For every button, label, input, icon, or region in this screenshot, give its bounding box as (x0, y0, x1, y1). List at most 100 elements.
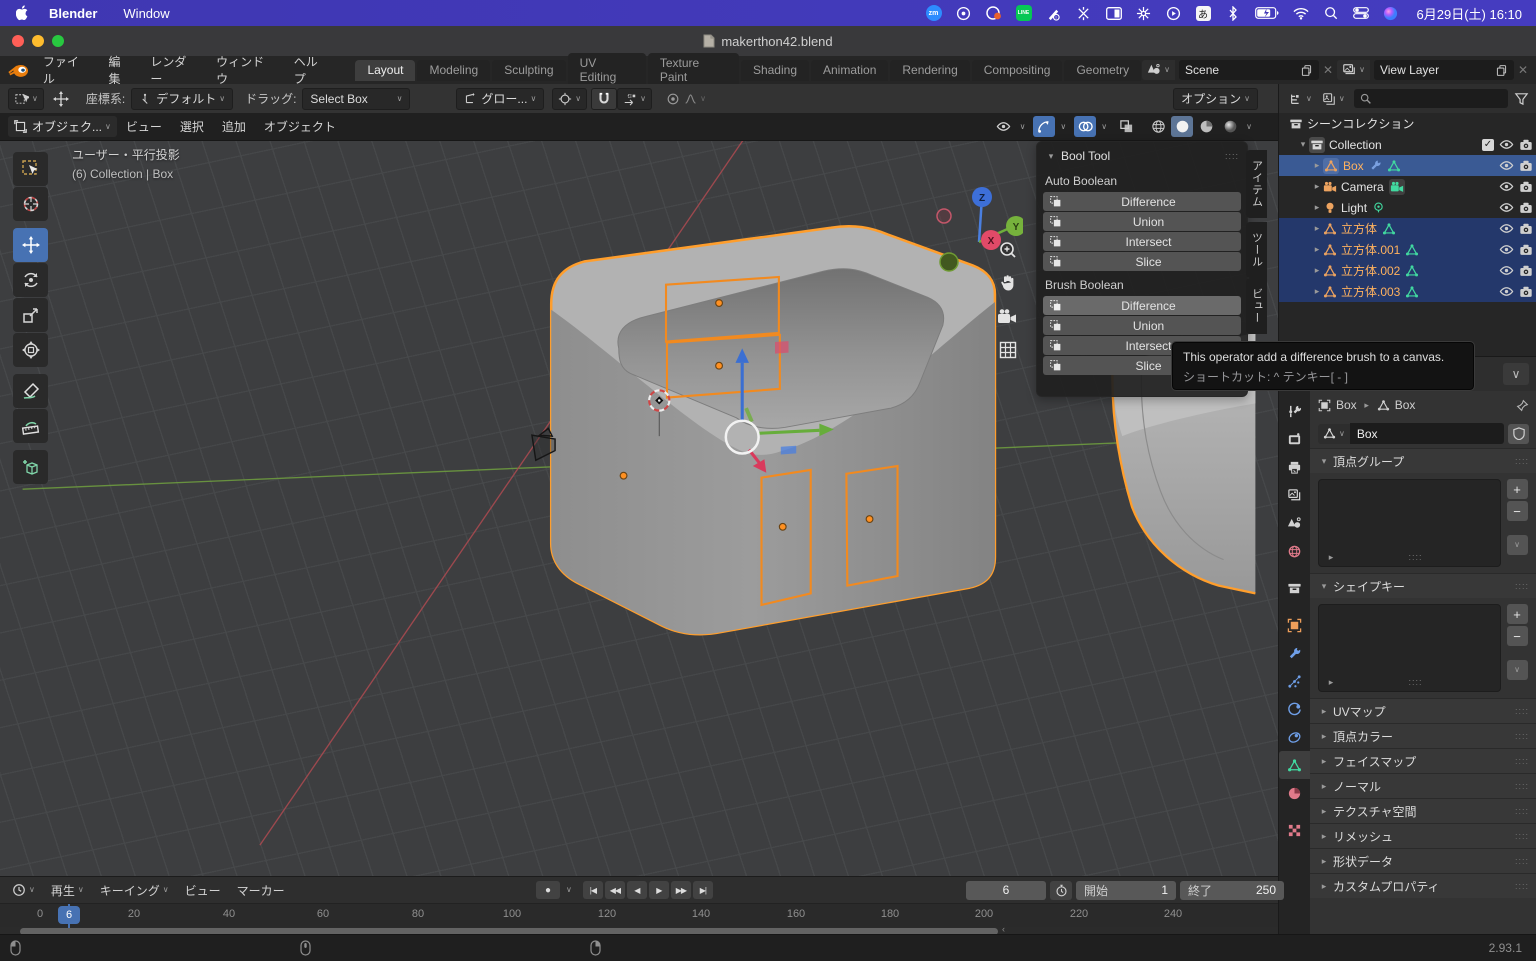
section-vertex-colors[interactable]: ▸頂点カラー:::: (1310, 723, 1536, 748)
menu-file[interactable]: ファイル (34, 53, 100, 87)
tab-texture-paint[interactable]: Texture Paint (648, 53, 739, 88)
menu-window[interactable]: ウィンドウ (207, 53, 285, 87)
hide-eye-icon[interactable] (1499, 200, 1514, 215)
shapekey-remove-button[interactable]: − (1507, 626, 1528, 646)
tab-animation[interactable]: Animation (811, 60, 888, 81)
outliner-row-camera[interactable]: ▸ Camera (1279, 176, 1536, 197)
render-visibility-icon[interactable] (1519, 264, 1533, 278)
measure-tool[interactable] (13, 409, 48, 443)
object-visibility-dropdown[interactable] (993, 116, 1015, 137)
axis-neg-x[interactable] (937, 209, 951, 223)
list-filter-toggle[interactable]: ▸ (1325, 677, 1337, 688)
active-tool-dropdown[interactable]: ∨ (8, 88, 44, 110)
mode-dropdown[interactable]: オブジェク... ∨ (8, 116, 117, 137)
collection-checkbox[interactable]: ✓ (1482, 139, 1494, 151)
expand-icon[interactable]: ▸ (1311, 202, 1323, 213)
shading-rendered-button[interactable] (1219, 116, 1241, 137)
tab-modeling[interactable]: Modeling (417, 60, 490, 81)
tab-layout[interactable]: Layout (355, 60, 415, 81)
vertex-groups-listbox[interactable]: ▸:::: (1318, 479, 1501, 567)
current-frame-field[interactable]: 6 (966, 881, 1046, 900)
viewport-menu-add[interactable]: 追加 (213, 118, 255, 135)
tab-modifiers[interactable] (1279, 639, 1310, 667)
hide-eye-icon[interactable] (1499, 242, 1514, 257)
section-texture-space[interactable]: ▸テクスチャ空間:::: (1310, 798, 1536, 823)
mesh-browse-button[interactable]: ∨ (1318, 424, 1350, 444)
section-custom-properties[interactable]: ▸カスタムプロパティ:::: (1310, 873, 1536, 898)
collapse-icon[interactable]: ▾ (1297, 139, 1309, 150)
shapekey-specials-dropdown[interactable]: ∨ (1507, 660, 1528, 680)
list-resize-handle[interactable]: :::: (1408, 552, 1422, 563)
auto-union-button[interactable]: Union (1043, 212, 1241, 231)
scrollbar-zoom-handle[interactable]: ‹ (1002, 924, 1005, 934)
cursor-tool[interactable] (13, 187, 48, 221)
prev-keyframe-button[interactable]: ◀◀ (605, 881, 625, 899)
expand-icon[interactable]: ▸ (1311, 265, 1323, 276)
outliner-row-cube-002[interactable]: ▸ 立方体.002 (1279, 260, 1536, 281)
show-gizmo-toggle[interactable] (1033, 116, 1055, 137)
outliner-row-collection[interactable]: ▾ Collection ✓ (1279, 134, 1536, 155)
app-menu-window[interactable]: Window (123, 6, 169, 21)
section-drag-handle[interactable]: :::: (1515, 456, 1529, 466)
apple-logo-icon[interactable] (16, 5, 31, 22)
render-visibility-icon[interactable] (1519, 243, 1533, 257)
breadcrumb-data[interactable]: Box (1395, 398, 1416, 412)
frame-end-field[interactable]: 終了250 (1180, 881, 1284, 900)
tab-shading[interactable]: Shading (741, 60, 809, 81)
tab-physics[interactable] (1279, 695, 1310, 723)
shading-material-button[interactable] (1195, 116, 1217, 137)
breadcrumb-object[interactable]: Box (1336, 398, 1357, 412)
sidebar-tab-tool[interactable]: ツール (1246, 222, 1267, 278)
add-cube-tool[interactable] (13, 450, 48, 484)
scene-datablock-button[interactable]: ∨ (1142, 60, 1175, 80)
zoom-view-button[interactable] (998, 240, 1018, 260)
outliner-filter-funnel-icon[interactable] (1514, 91, 1529, 106)
tab-uv-editing[interactable]: UV Editing (568, 53, 646, 88)
annotate-tool[interactable] (13, 374, 48, 408)
menu-edit[interactable]: 編集 (100, 53, 142, 87)
viewport-3d[interactable]: オブジェク... ∨ ビュー 選択 追加 オブジェクト ∨ ∨ ∨ (0, 113, 1278, 876)
zoom-app-icon[interactable]: zm (926, 5, 942, 21)
section-uv-maps[interactable]: ▸UVマップ:::: (1310, 698, 1536, 723)
light-data-icon[interactable] (1372, 201, 1385, 214)
transform-tool[interactable] (13, 333, 48, 367)
pin-icon[interactable] (1516, 399, 1529, 412)
battery-icon[interactable] (1255, 5, 1279, 21)
mesh-data-icon[interactable] (1405, 264, 1419, 278)
sidebar-tab-item[interactable]: アイテム (1246, 150, 1267, 218)
playhead-badge[interactable]: 6 (58, 906, 80, 924)
orientation-dropdown[interactable]: デフォルト ∨ (131, 88, 233, 110)
render-visibility-icon[interactable] (1519, 159, 1533, 173)
render-visibility-icon[interactable] (1519, 138, 1533, 152)
viewlayer-remove-button[interactable]: ✕ (1518, 63, 1528, 77)
proportional-edit-toggle[interactable] (662, 88, 684, 109)
editor-type-dropdown[interactable]: ∨ (4, 883, 43, 897)
scene-name-field[interactable]: Scene (1179, 60, 1319, 80)
xray-toggle[interactable] (1115, 116, 1137, 137)
mesh-data-icon[interactable] (1405, 285, 1419, 299)
browser-app-icon[interactable] (986, 5, 1002, 21)
menu-help[interactable]: ヘルプ (285, 53, 339, 87)
jump-to-start-button[interactable]: |◀ (583, 881, 603, 899)
vgroup-remove-button[interactable]: − (1507, 501, 1528, 521)
menu-render[interactable]: レンダー (141, 53, 207, 87)
outliner-row-cube-003[interactable]: ▸ 立方体.003 (1279, 281, 1536, 302)
menu-marker[interactable]: マーカー (229, 882, 293, 899)
expand-icon[interactable]: ▸ (1311, 160, 1323, 171)
play-circle-icon[interactable] (1166, 5, 1182, 21)
shading-solid-button[interactable] (1171, 116, 1193, 137)
next-keyframe-button[interactable]: ▶▶ (671, 881, 691, 899)
show-overlays-toggle[interactable] (1074, 116, 1096, 137)
app-menu-blender[interactable]: Blender (49, 6, 97, 21)
scissors-icon[interactable] (1076, 5, 1092, 21)
tab-tool[interactable] (1279, 397, 1310, 425)
camera-data-icon[interactable] (1390, 180, 1404, 194)
compass-icon[interactable] (956, 5, 972, 21)
spotlight-search-icon[interactable] (1323, 5, 1339, 21)
vgroup-specials-dropdown[interactable]: ∨ (1507, 535, 1528, 555)
panel-collapse-icon[interactable]: ▾ (1045, 151, 1057, 162)
grid-ortho-button[interactable] (998, 340, 1018, 360)
tab-output[interactable] (1279, 453, 1310, 481)
tab-render[interactable] (1279, 425, 1310, 453)
notes-app-icon[interactable]: ! (1046, 5, 1062, 21)
